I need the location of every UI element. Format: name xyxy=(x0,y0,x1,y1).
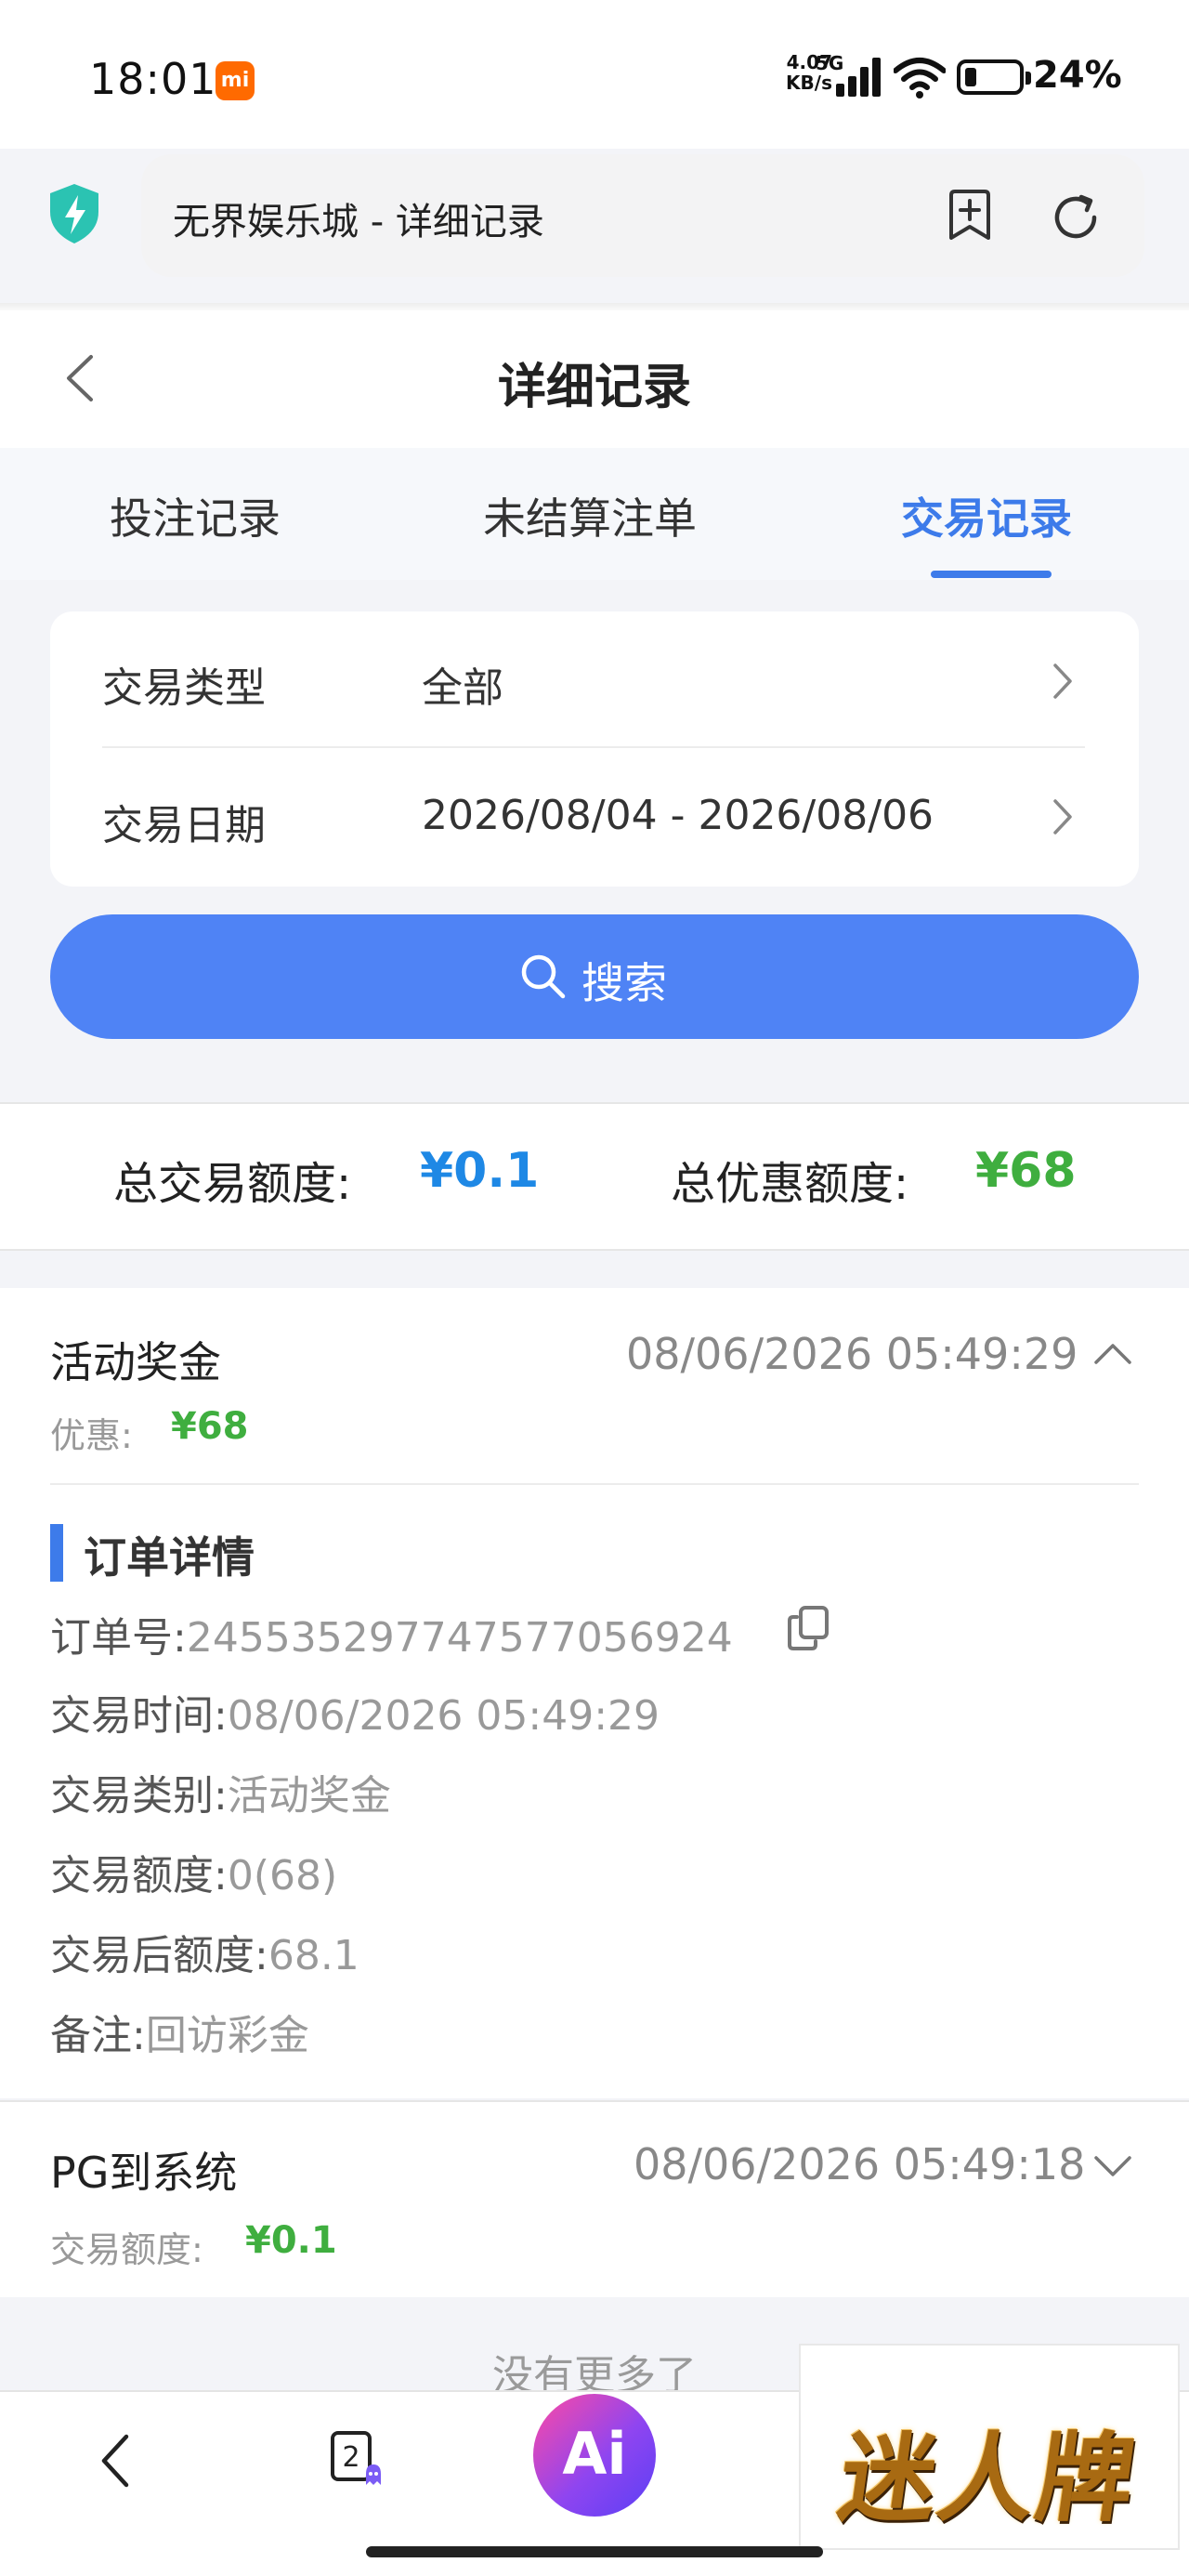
search-label[interactable]: 搜索 xyxy=(581,950,667,1011)
record-title[interactable]: PG到系统 xyxy=(50,2139,237,2201)
shield-lightning-icon[interactable] xyxy=(46,182,102,245)
note-label: 备注: xyxy=(50,2012,146,2059)
home-indicator[interactable] xyxy=(366,2546,823,2557)
trade-time-label: 交易时间: xyxy=(50,1692,228,1740)
transaction-date-value[interactable]: 2026/08/04 - 2026/08/06 xyxy=(422,792,934,839)
mi-badge-icon: mi xyxy=(216,61,255,100)
trade-amount-value: 0(68) xyxy=(227,1852,338,1899)
trade-type-label: 交易类别: xyxy=(50,1772,228,1820)
total-trade-label: 总交易额度: xyxy=(113,1158,352,1210)
after-amount-value: 68.1 xyxy=(268,1932,359,1979)
divider xyxy=(0,303,1189,310)
tab-unsettled-bets[interactable]: 未结算注单 xyxy=(483,485,697,546)
bookmark-add-icon[interactable] xyxy=(944,190,996,242)
watermark-text: 迷人牌 xyxy=(832,2421,1144,2535)
address-title[interactable]: 无界娱乐城 - 详细记录 xyxy=(173,191,544,245)
order-number-label: 订单号: xyxy=(50,1614,187,1662)
divider xyxy=(102,746,1085,748)
chevron-right-icon[interactable] xyxy=(1050,660,1076,703)
order-number-value: 245535297747577056924 xyxy=(186,1614,733,1662)
after-amount-label: 交易后额度: xyxy=(50,1932,268,1979)
tabs-count: 2 xyxy=(342,2441,359,2474)
trade-time-value: 08/06/2026 05:49:29 xyxy=(227,1692,660,1740)
order-number-row: 订单号:245535297747577056924 xyxy=(50,1604,733,1663)
note-value: 回访彩金 xyxy=(145,2012,309,2059)
record-amount-value: ¥0.1 xyxy=(245,2219,337,2262)
order-details-heading: 订单详情 xyxy=(84,1532,255,1583)
signal-icon xyxy=(834,58,882,97)
reload-icon[interactable] xyxy=(1048,190,1104,245)
tab-transaction-records[interactable]: 交易记录 xyxy=(901,485,1072,546)
transaction-date-label: 交易日期 xyxy=(102,802,266,849)
page-title: 详细记录 xyxy=(497,360,691,415)
copy-icon[interactable] xyxy=(786,1604,830,1652)
record-promo-label: 优惠: xyxy=(50,1415,133,1456)
record-amount-label: 交易额度: xyxy=(50,2229,203,2270)
record-title[interactable]: 活动奖金 xyxy=(50,1329,221,1390)
record-time: 08/06/2026 05:49:18 xyxy=(634,2139,1086,2189)
note-row: 备注:回访彩金 xyxy=(50,2002,309,2061)
ai-assistant-button[interactable]: Ai xyxy=(533,2394,656,2517)
record-time: 08/06/2026 05:49:29 xyxy=(626,1329,1078,1379)
divider xyxy=(50,1483,1139,1485)
back-icon[interactable] xyxy=(97,2431,134,2491)
total-promo-value: ¥68 xyxy=(975,1143,1077,1199)
battery-icon xyxy=(957,59,1031,95)
trade-amount-row: 交易额度:0(68) xyxy=(50,1842,337,1901)
chevron-down-icon[interactable] xyxy=(1092,2152,1133,2180)
search-icon[interactable] xyxy=(518,952,568,1002)
tabs-icon[interactable]: 2 xyxy=(329,2427,386,2491)
chevron-right-icon[interactable] xyxy=(1050,795,1076,838)
trade-type-row: 交易类别:活动奖金 xyxy=(50,1762,391,1821)
trade-type-value: 活动奖金 xyxy=(227,1772,391,1820)
trade-amount-label: 交易额度: xyxy=(50,1852,228,1899)
section-accent-bar xyxy=(50,1524,63,1582)
transaction-type-value[interactable]: 全部 xyxy=(422,654,503,714)
trade-time-row: 交易时间:08/06/2026 05:49:29 xyxy=(50,1682,660,1741)
transaction-type-label: 交易类型 xyxy=(102,664,266,712)
tab-bet-records[interactable]: 投注记录 xyxy=(110,485,281,546)
battery-percent: 24% xyxy=(1033,54,1122,97)
chevron-up-icon[interactable] xyxy=(1092,1340,1133,1368)
record-promo-value: ¥68 xyxy=(171,1405,249,1448)
wifi-icon xyxy=(894,58,946,99)
active-tab-indicator xyxy=(931,571,1052,578)
after-amount-row: 交易后额度:68.1 xyxy=(50,1922,359,1981)
status-time: 18:01 xyxy=(89,54,217,104)
total-promo-label: 总优惠额度: xyxy=(671,1158,909,1210)
total-trade-value: ¥0.1 xyxy=(420,1143,540,1199)
